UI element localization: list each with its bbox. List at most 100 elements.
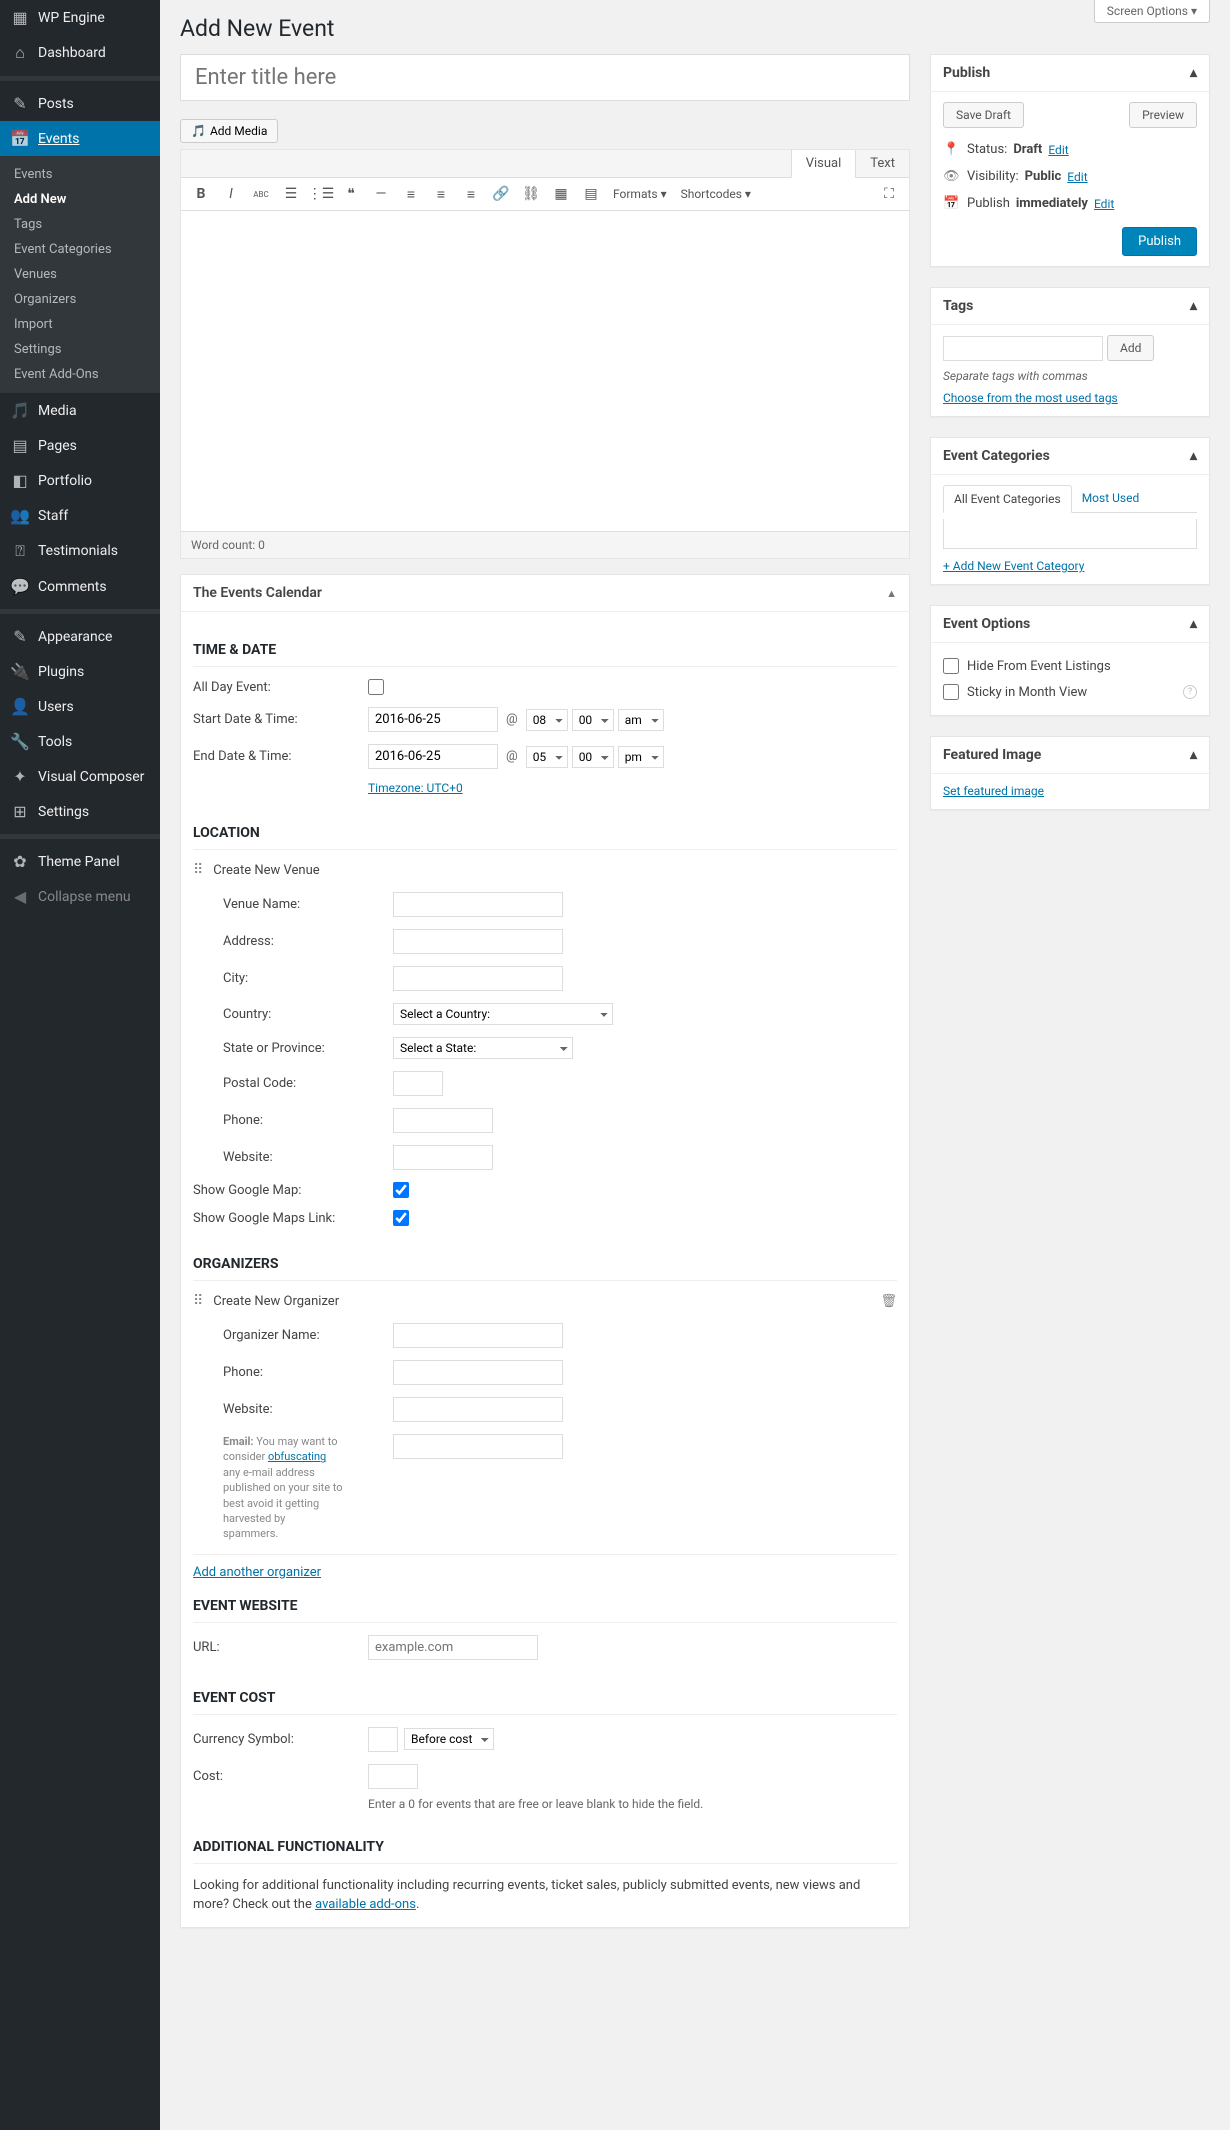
add-tag-button[interactable]: Add <box>1107 335 1154 361</box>
before-cost-select[interactable]: Before cost <box>404 1728 494 1750</box>
add-media-button[interactable]: 🎵Add Media <box>180 119 278 143</box>
show-gmaplink-checkbox[interactable] <box>393 1210 409 1226</box>
org-name-input[interactable] <box>393 1323 563 1348</box>
sidebar-item-themepanel[interactable]: ✿Theme Panel <box>0 844 160 879</box>
events-calendar-header[interactable]: The Events Calendar▲ <box>181 575 909 612</box>
sidebar-item-collapse[interactable]: ◀Collapse menu <box>0 879 160 914</box>
sub-addnew[interactable]: Add New <box>0 187 160 212</box>
timezone-link[interactable]: Timezone: UTC+0 <box>368 781 463 795</box>
sub-categories[interactable]: Event Categories <box>0 237 160 262</box>
featured-image-header[interactable]: Featured Image▴ <box>931 737 1209 774</box>
end-date-input[interactable] <box>368 744 498 769</box>
org-email-input[interactable] <box>393 1434 563 1459</box>
formats-select[interactable]: Formats ▾ <box>609 184 671 204</box>
sidebar-item-appearance[interactable]: ✎Appearance <box>0 619 160 654</box>
venue-phone-input[interactable] <box>393 1108 493 1133</box>
sidebar-item-staff[interactable]: 👥Staff <box>0 498 160 533</box>
sidebar-item-portfolio[interactable]: ◧Portfolio <box>0 463 160 498</box>
venue-address-input[interactable] <box>393 929 563 954</box>
sub-events[interactable]: Events <box>0 162 160 187</box>
start-date-input[interactable] <box>368 707 498 732</box>
sidebar-item-users[interactable]: 👤Users <box>0 689 160 724</box>
choose-tags-link[interactable]: Choose from the most used tags <box>943 391 1118 405</box>
editor-body[interactable] <box>181 211 909 531</box>
venue-country-select[interactable]: Select a Country: <box>393 1003 613 1025</box>
options-header[interactable]: Event Options▴ <box>931 606 1209 643</box>
cat-tab-all[interactable]: All Event Categories <box>943 485 1072 513</box>
venue-website-input[interactable] <box>393 1145 493 1170</box>
venue-city-input[interactable] <box>393 966 563 991</box>
sidebar-item-comments[interactable]: 💬Comments <box>0 569 160 604</box>
save-draft-button[interactable]: Save Draft <box>943 102 1024 128</box>
edit-status-link[interactable]: Edit <box>1048 143 1068 157</box>
cat-tab-most[interactable]: Most Used <box>1072 485 1150 512</box>
sub-organizers[interactable]: Organizers <box>0 287 160 312</box>
sub-settings[interactable]: Settings <box>0 337 160 362</box>
publish-button[interactable]: Publish <box>1122 227 1197 256</box>
addons-link[interactable]: available add-ons <box>315 1897 416 1912</box>
start-hr-select[interactable]: 08 <box>526 709 568 731</box>
show-gmap-checkbox[interactable] <box>393 1182 409 1198</box>
add-organizer-link[interactable]: Add another organizer <box>193 1565 321 1580</box>
start-min-select[interactable]: 00 <box>572 709 614 731</box>
alignr-button[interactable]: ≡ <box>459 182 483 206</box>
fullscreen-button[interactable]: ⛶ <box>877 182 901 206</box>
org-website-input[interactable] <box>393 1397 563 1422</box>
sub-venues[interactable]: Venues <box>0 262 160 287</box>
help-icon[interactable]: ? <box>1183 685 1197 699</box>
cost-input[interactable] <box>368 1764 418 1789</box>
venue-postal-input[interactable] <box>393 1071 443 1096</box>
hr-button[interactable]: — <box>369 182 393 206</box>
bold-button[interactable]: B <box>189 182 213 206</box>
italic-button[interactable]: I <box>219 182 243 206</box>
sub-import[interactable]: Import <box>0 312 160 337</box>
obfuscating-link[interactable]: obfuscating <box>268 1450 326 1463</box>
alignc-button[interactable]: ≡ <box>429 182 453 206</box>
shortcodes-select[interactable]: Shortcodes ▾ <box>677 184 755 204</box>
tags-header[interactable]: Tags▴ <box>931 288 1209 325</box>
strike-button[interactable]: ABC <box>249 182 273 206</box>
publish-header[interactable]: Publish▴ <box>931 55 1209 92</box>
sub-addons[interactable]: Event Add-Ons <box>0 362 160 387</box>
add-category-link[interactable]: + Add New Event Category <box>943 559 1084 573</box>
currency-input[interactable] <box>368 1727 398 1752</box>
sidebar-item-settings[interactable]: ⊞Settings <box>0 794 160 829</box>
sidebar-item-posts[interactable]: ✎Posts <box>0 86 160 121</box>
misc-button[interactable]: ▤ <box>579 182 603 206</box>
tags-input[interactable] <box>943 336 1103 361</box>
sidebar-item-media[interactable]: 🎵Media <box>0 393 160 428</box>
preview-button[interactable]: Preview <box>1129 102 1197 128</box>
hide-listings-checkbox[interactable] <box>943 658 959 674</box>
sidebar-item-testimonials[interactable]: ⍰Testimonials <box>0 533 160 569</box>
event-title-input[interactable] <box>180 54 910 101</box>
sidebar-item-tools[interactable]: 🔧Tools <box>0 724 160 759</box>
start-ampm-select[interactable]: am <box>618 709 664 731</box>
allday-checkbox[interactable] <box>368 679 384 695</box>
ul-button[interactable]: ☰ <box>279 182 303 206</box>
org-phone-input[interactable] <box>393 1360 563 1385</box>
tab-visual[interactable]: Visual <box>791 150 856 178</box>
sidebar-item-events[interactable]: 📅Events <box>0 121 160 156</box>
edit-date-link[interactable]: Edit <box>1094 197 1114 211</box>
unlink-button[interactable]: ⛓ <box>519 182 543 206</box>
sticky-month-checkbox[interactable] <box>943 684 959 700</box>
end-ampm-select[interactable]: pm <box>618 746 664 768</box>
screen-options-button[interactable]: Screen Options ▾ <box>1094 0 1210 23</box>
sidebar-item-dashboard[interactable]: ⌂Dashboard <box>0 35 160 71</box>
sidebar-item-visualcomposer[interactable]: ✦Visual Composer <box>0 759 160 794</box>
alignl-button[interactable]: ≡ <box>399 182 423 206</box>
sidebar-item-wpengine[interactable]: ▦WP Engine <box>0 0 160 35</box>
tab-text[interactable]: Text <box>855 150 909 177</box>
more-button[interactable]: ▦ <box>549 182 573 206</box>
sub-tags[interactable]: Tags <box>0 212 160 237</box>
edit-visibility-link[interactable]: Edit <box>1067 170 1087 184</box>
ol-button[interactable]: ⋮☰ <box>309 182 333 206</box>
sidebar-item-pages[interactable]: ▤Pages <box>0 428 160 463</box>
end-min-select[interactable]: 00 <box>572 746 614 768</box>
set-featured-link[interactable]: Set featured image <box>943 784 1044 798</box>
delete-organizer-button[interactable]: 🗑 <box>880 1294 897 1309</box>
url-input[interactable] <box>368 1635 538 1660</box>
end-hr-select[interactable]: 05 <box>526 746 568 768</box>
venue-name-input[interactable] <box>393 892 563 917</box>
link-button[interactable]: 🔗 <box>489 182 513 206</box>
